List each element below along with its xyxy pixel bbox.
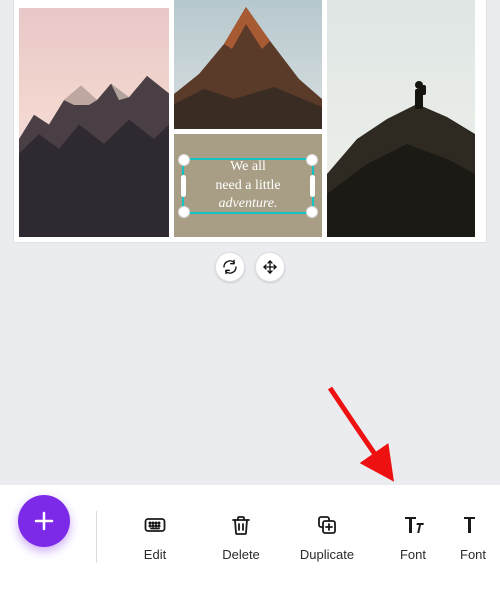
add-button[interactable]	[18, 495, 70, 547]
toolbar-divider	[96, 511, 97, 563]
resize-handle-br[interactable]	[306, 206, 318, 218]
duplicate-icon	[315, 513, 339, 537]
text-selection-frame[interactable]: We all need a little adventure.	[182, 158, 314, 214]
rotate-button[interactable]	[215, 252, 245, 282]
rotate-icon	[222, 259, 238, 275]
font-icon	[460, 513, 484, 537]
image-volcano-center[interactable]	[174, 0, 322, 129]
annotation-arrow	[320, 378, 440, 498]
text-block-tile[interactable]: We all need a little adventure.	[174, 134, 322, 237]
trash-icon	[229, 513, 253, 537]
move-icon	[262, 259, 278, 275]
resize-handle-right[interactable]	[310, 175, 315, 197]
image-slice-top-left[interactable]	[19, 0, 169, 3]
selection-float-controls	[215, 252, 285, 282]
tool-font[interactable]: Font	[370, 485, 456, 589]
text-line-3: adventure.	[215, 195, 280, 214]
image-hiker-right[interactable]	[327, 0, 475, 237]
image-mountain-left[interactable]	[19, 8, 169, 237]
tool-edit[interactable]: Edit	[112, 485, 198, 589]
tool-delete[interactable]: Delete	[198, 485, 284, 589]
tool-label: Font	[400, 547, 426, 562]
font-icon	[401, 513, 425, 537]
plus-icon	[32, 509, 56, 533]
resize-handle-left[interactable]	[181, 175, 186, 197]
tool-duplicate[interactable]: Duplicate	[284, 485, 370, 589]
text-line-1: We all	[215, 158, 280, 177]
tool-font-extra[interactable]: Font	[456, 485, 496, 589]
keyboard-icon	[143, 513, 167, 537]
tool-label: Font	[460, 547, 490, 562]
design-canvas[interactable]: We all need a little adventure.	[14, 0, 486, 242]
resize-handle-bl[interactable]	[178, 206, 190, 218]
tool-label: Duplicate	[300, 547, 354, 562]
resize-handle-tl[interactable]	[178, 154, 190, 166]
tool-label: Edit	[144, 547, 166, 562]
tool-label: Delete	[222, 547, 260, 562]
text-line-2: need a little	[215, 177, 280, 196]
resize-handle-tr[interactable]	[306, 154, 318, 166]
bottom-toolbar: Edit Delete Duplicate Font	[0, 485, 500, 589]
text-element[interactable]: We all need a little adventure.	[209, 158, 286, 215]
move-button[interactable]	[255, 252, 285, 282]
